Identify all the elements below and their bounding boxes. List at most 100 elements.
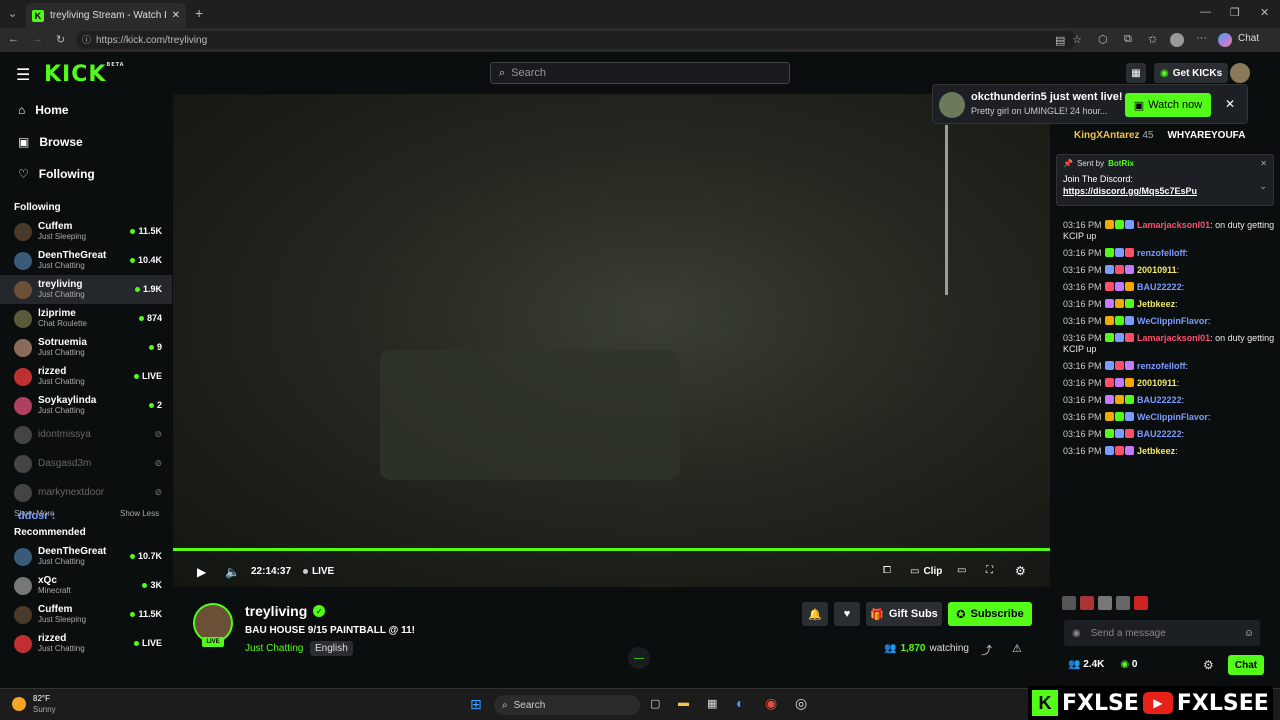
profile-avatar[interactable] xyxy=(1170,33,1184,47)
recommended-channel[interactable]: Cuffem Just Sleeping 11.5K xyxy=(0,600,172,629)
offline-channel[interactable]: Dasgasd3m ⊘ xyxy=(0,449,172,478)
chat-input[interactable]: ◉ Send a message ☺ xyxy=(1064,620,1260,646)
emoji-icon[interactable]: ☺ xyxy=(1244,628,1254,639)
emote[interactable] xyxy=(1062,596,1076,610)
message-username[interactable]: 20010911 xyxy=(1137,378,1177,388)
message-username[interactable]: renzofelloff xyxy=(1137,361,1186,371)
settings-icon[interactable]: ⚙ xyxy=(1015,564,1026,578)
top-gifter-1[interactable]: KingXAntarez 45 xyxy=(1074,130,1153,141)
minimize-icon[interactable]: — xyxy=(1200,6,1211,18)
user-avatar[interactable] xyxy=(1230,63,1250,83)
store-icon[interactable]: ▦ xyxy=(707,697,717,710)
taskbar-search[interactable]: ⌕ Search xyxy=(494,695,640,715)
message-username[interactable]: Jetbkeez xyxy=(1137,446,1175,456)
message-username[interactable]: Jetbkeez xyxy=(1137,299,1175,309)
url-input[interactable]: ⓘ https://kick.com/treyliving xyxy=(76,31,1076,49)
browser-tab[interactable]: K treyliving Stream - Watch Live on ✕ xyxy=(26,3,186,28)
favorite-icon[interactable]: ☆ xyxy=(1072,33,1082,46)
menu-icon[interactable]: ☰ xyxy=(16,65,30,85)
offline-channel[interactable]: idontmissya ⊘ xyxy=(0,420,172,449)
message-username[interactable]: WeClippinFlavor xyxy=(1137,316,1208,326)
theater-mode-icon[interactable]: ▭ xyxy=(957,565,966,576)
following-channel[interactable]: Soykaylinda Just Chatting 2 xyxy=(0,391,172,420)
send-chat-button[interactable]: Chat xyxy=(1228,655,1264,675)
message-username[interactable]: BAU22222 xyxy=(1137,429,1182,439)
following-channel[interactable]: rizzed Just Chatting LIVE xyxy=(0,362,172,391)
message-username[interactable]: Lamarjacksonl01 xyxy=(1137,333,1210,343)
close-tab-icon[interactable]: ✕ xyxy=(172,10,180,21)
forward-icon[interactable]: → xyxy=(32,33,43,45)
unpin-icon[interactable]: ✕ xyxy=(1260,159,1267,168)
get-kicks-button[interactable]: ◉ Get KICKs xyxy=(1154,63,1229,83)
follow-button[interactable]: ♥ xyxy=(834,602,860,626)
report-icon[interactable]: ⚠ xyxy=(1012,642,1022,655)
windows-start-icon[interactable]: ⊞ xyxy=(470,696,482,713)
collections-icon[interactable]: ✩ xyxy=(1148,33,1157,46)
streamer-name[interactable]: treyliving ✓ xyxy=(245,603,326,619)
emote[interactable] xyxy=(1080,596,1094,610)
progress-bar[interactable] xyxy=(173,548,1050,551)
chrome-icon[interactable]: ◉ xyxy=(765,695,777,712)
split-icon[interactable]: ⧉ xyxy=(1124,33,1132,46)
discord-link[interactable]: https://discord.gg/Mqs5c7EsPu xyxy=(1063,186,1267,196)
live-indicator[interactable]: LIVE xyxy=(303,566,334,577)
subscribe-button[interactable]: ✪ Subscribe xyxy=(948,602,1032,626)
search-input[interactable]: ⌕ Search xyxy=(490,62,790,84)
show-less-button[interactable]: Show Less xyxy=(120,509,159,518)
emote[interactable] xyxy=(1098,596,1112,610)
close-notification-icon[interactable]: ✕ xyxy=(1225,97,1235,111)
copilot-chat-button[interactable]: Chat xyxy=(1218,33,1259,47)
notify-bell-button[interactable]: 🔔 xyxy=(802,602,828,626)
nav-browse[interactable]: ▣ Browse xyxy=(0,126,172,158)
obs-icon[interactable]: ◎ xyxy=(795,695,807,712)
following-channel[interactable]: treyliving Just Chatting 1.9K xyxy=(0,275,172,304)
clip-button[interactable]: ▭ Clip xyxy=(910,566,942,577)
following-channel[interactable]: lziprime Chat Roulette 874 xyxy=(0,304,172,333)
fullscreen-icon[interactable]: ⛶ xyxy=(986,565,993,576)
edge-icon[interactable]: ◐ xyxy=(736,695,744,711)
dashboard-icon[interactable]: ▦ xyxy=(1126,63,1146,83)
reader-icon[interactable]: ▤ xyxy=(1055,34,1065,47)
new-tab-icon[interactable]: + xyxy=(195,5,203,21)
emote[interactable] xyxy=(1116,596,1130,610)
reload-icon[interactable]: ↻ xyxy=(56,33,65,46)
volume-icon[interactable]: 🔈 xyxy=(225,565,240,579)
message-username[interactable]: WeClippinFlavor xyxy=(1137,412,1208,422)
message-username[interactable]: Lamarjacksonl01 xyxy=(1137,220,1210,230)
recommended-channel[interactable]: rizzed Just Chatting LIVE xyxy=(0,629,172,658)
weather-temp[interactable]: 82°F xyxy=(33,694,50,703)
top-gifter-2[interactable]: WHYAREYOUFA xyxy=(1167,130,1245,141)
extension-icon[interactable]: ⬡ xyxy=(1098,33,1108,46)
video-player[interactable] xyxy=(173,94,1050,587)
emote[interactable] xyxy=(1134,596,1148,610)
gift-subs-button[interactable]: 🎁 Gift Subs xyxy=(866,602,942,626)
kick-logo[interactable]: KICKBETA xyxy=(44,62,125,87)
message-username[interactable]: renzofelloff xyxy=(1137,248,1186,258)
maximize-icon[interactable]: ❐ xyxy=(1230,6,1240,19)
play-icon[interactable]: ▶ xyxy=(197,565,206,579)
pip-icon[interactable]: ⧠ xyxy=(883,565,891,576)
file-explorer-icon[interactable]: ▬ xyxy=(678,697,689,709)
chevron-down-icon[interactable]: ⌄ xyxy=(1259,181,1267,192)
language-tag[interactable]: English xyxy=(310,641,353,656)
more-icon[interactable]: ··· xyxy=(1196,32,1207,44)
message-username[interactable]: 20010911 xyxy=(1137,265,1177,275)
message-username[interactable]: BAU22222 xyxy=(1137,282,1182,292)
nav-home[interactable]: ⌂ Home xyxy=(0,94,172,126)
watch-now-button[interactable]: ▣ Watch now xyxy=(1125,93,1211,117)
share-icon[interactable]: ⤴ xyxy=(981,642,992,658)
following-channel[interactable]: DeenTheGreat Just Chatting 10.4K xyxy=(0,246,172,275)
nav-following[interactable]: ♡ Following xyxy=(0,158,172,190)
task-view-icon[interactable]: ▢ xyxy=(650,697,660,710)
category-link[interactable]: Just Chatting xyxy=(245,643,303,654)
following-channel[interactable]: Sotruemia Just Chatting 9 xyxy=(0,333,172,362)
back-icon[interactable]: ← xyxy=(8,33,19,45)
collapse-info-button[interactable]: — xyxy=(628,647,650,669)
site-info-icon[interactable]: ⓘ xyxy=(82,33,91,46)
close-window-icon[interactable]: ✕ xyxy=(1260,6,1269,19)
following-channel[interactable]: Cuffem Just Sleeping 11.5K xyxy=(0,217,172,246)
offline-channel[interactable]: markynextdoor ⊘ xyxy=(0,478,172,507)
chat-settings-icon[interactable]: ⚙ xyxy=(1203,658,1214,672)
recommended-channel[interactable]: xQc Minecraft 3K xyxy=(0,571,172,600)
recommended-channel[interactable]: DeenTheGreat Just Chatting 10.7K xyxy=(0,542,172,571)
